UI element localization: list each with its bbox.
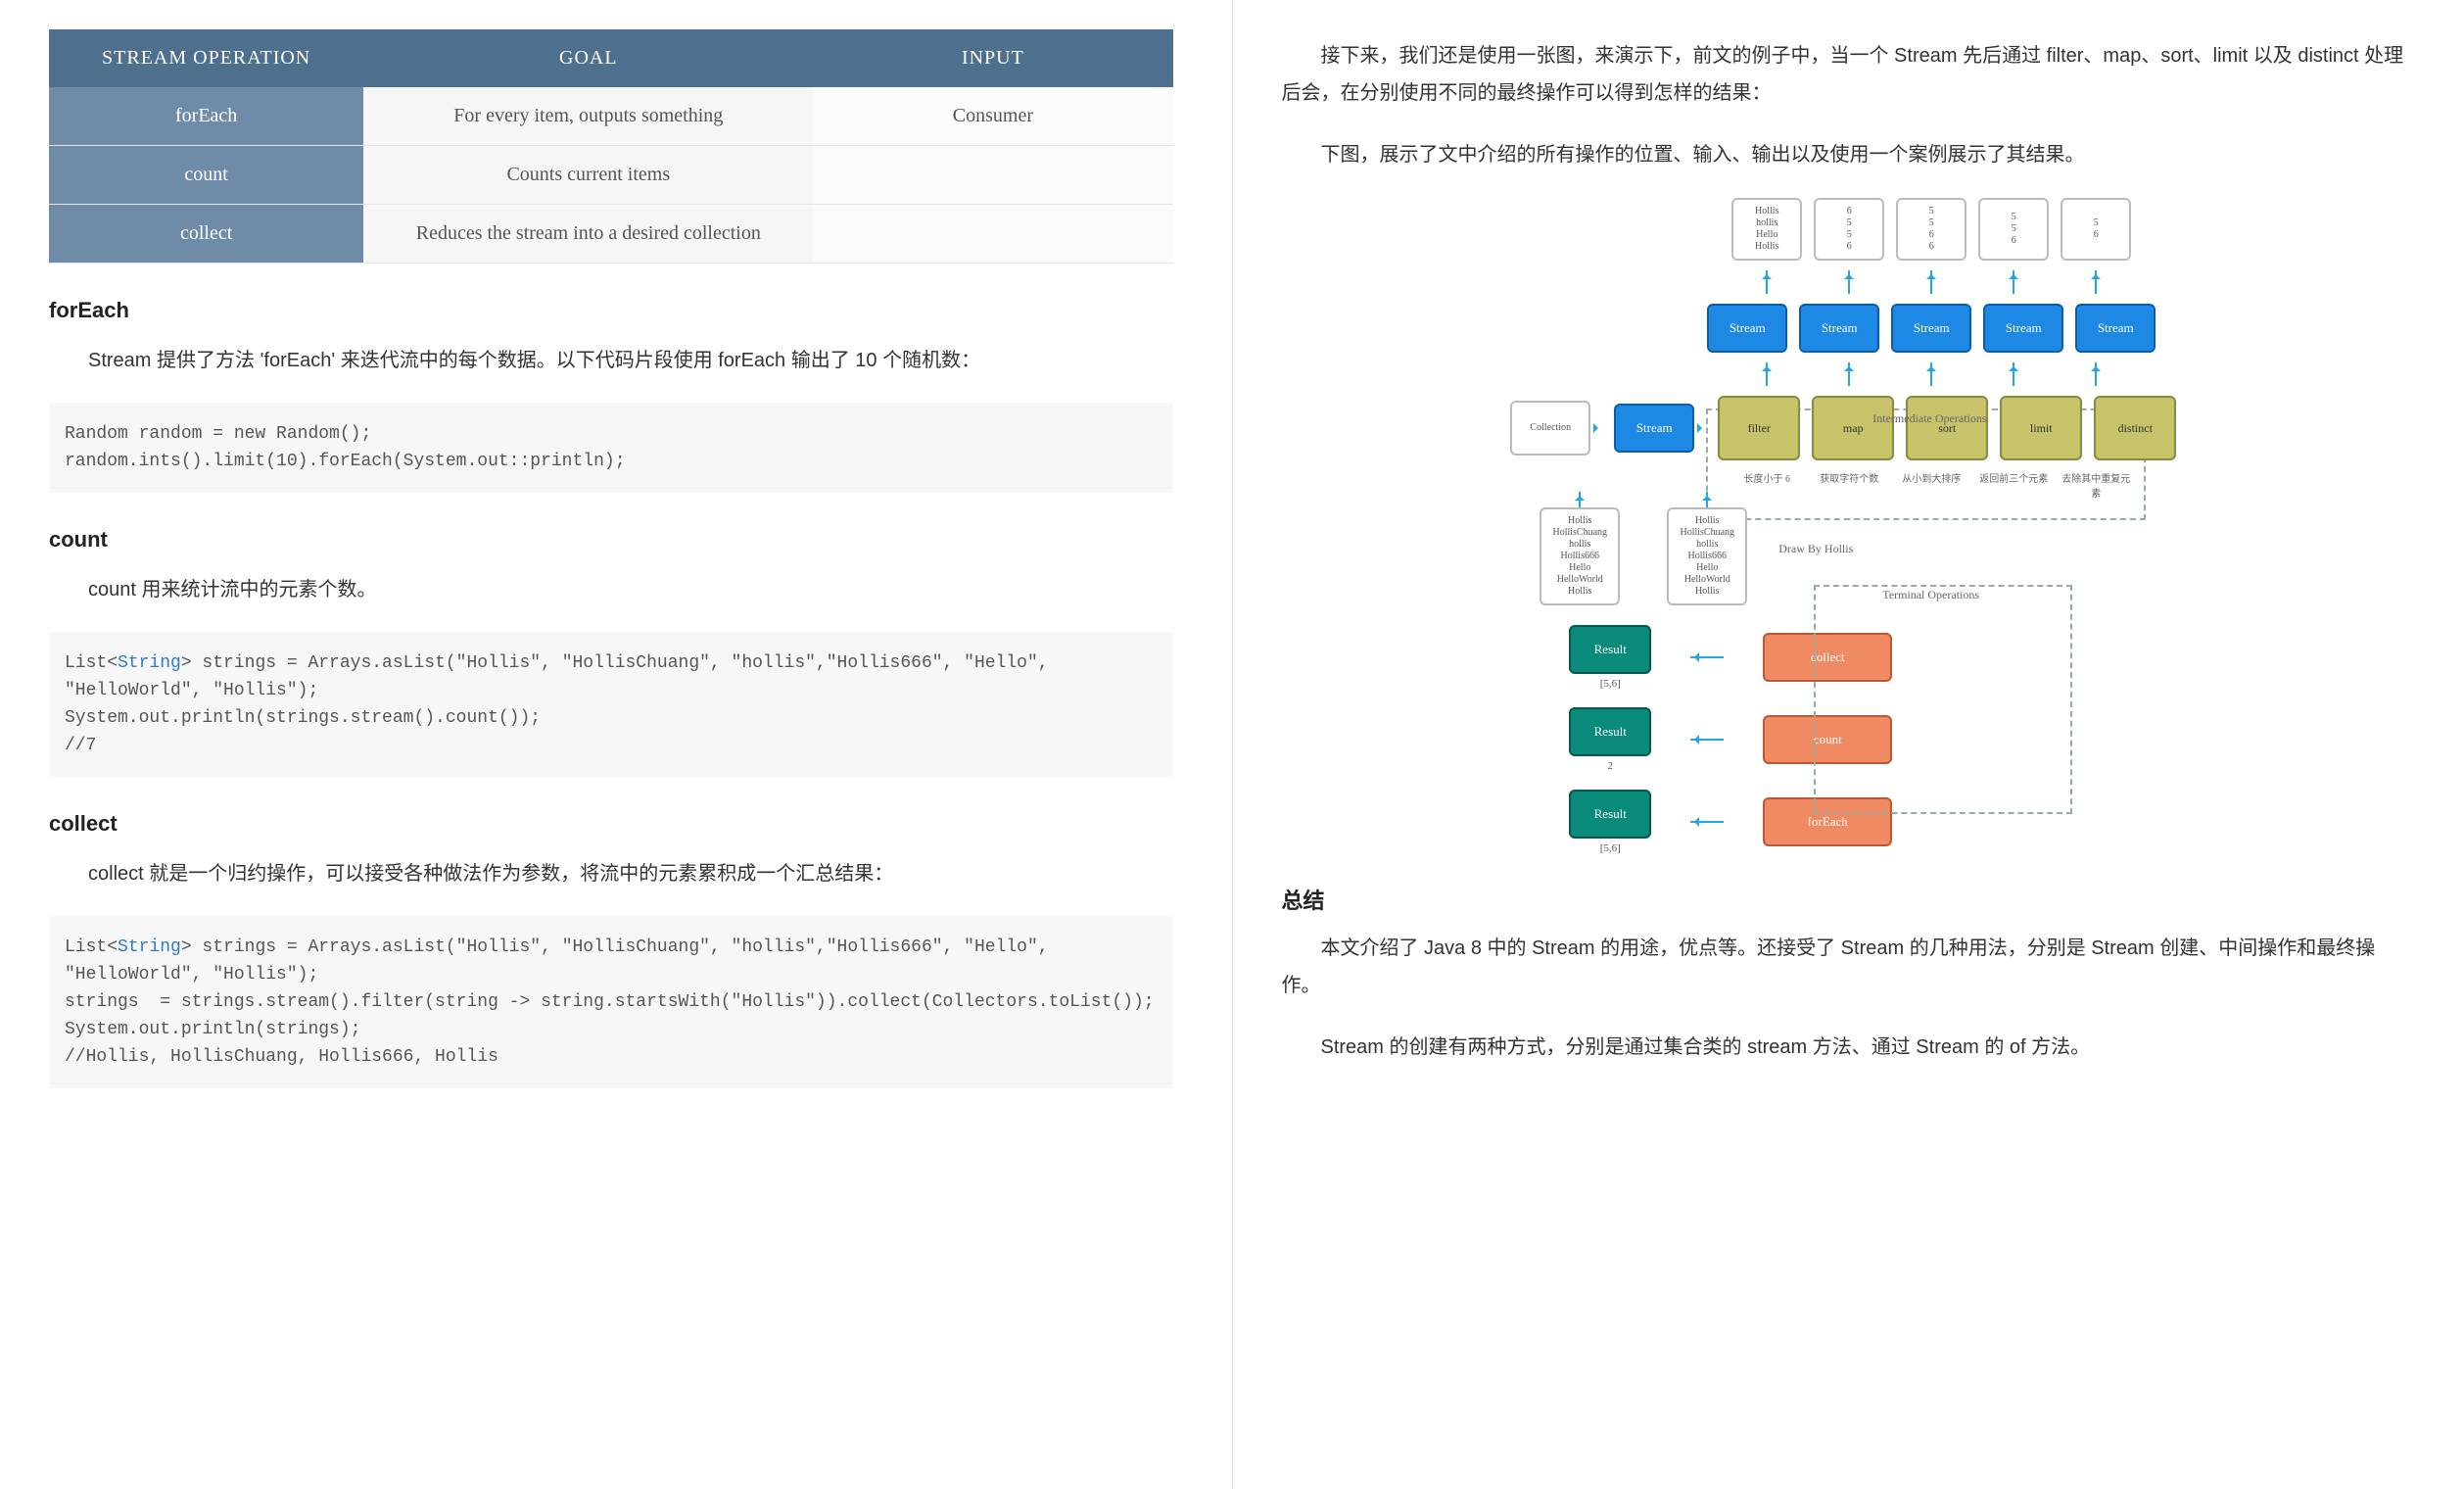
th-op: STREAM OPERATION	[49, 29, 363, 87]
result-box: Result	[1569, 625, 1651, 674]
out-box-3: 556	[1978, 198, 2049, 261]
collection-list: HollisHollisChuanghollisHollis666HelloHe…	[1540, 507, 1620, 605]
cell-goal: For every item, outputs something	[363, 87, 813, 146]
code-count: List<String> strings = Arrays.asList("Ho…	[49, 632, 1173, 777]
map-box: map	[1812, 396, 1894, 460]
cell-goal: Reduces the stream into a desired collec…	[363, 205, 813, 264]
result-box: Result	[1569, 790, 1651, 839]
th-input: INPUT	[813, 29, 1172, 87]
stream-list: HollisHollisChuanghollisHollis666HelloHe…	[1667, 507, 1747, 605]
stream-diagram: HollishollisHelloHollis 6556 5566 556 56…	[1540, 198, 2147, 854]
cell-goal: Counts current items	[363, 146, 813, 205]
heading-summary: 总结	[1282, 884, 2406, 915]
para-collect: collect 就是一个归约操作，可以接受各种做法作为参数，将流中的元素累积成一…	[49, 856, 1173, 891]
stream-origin-box: Stream	[1614, 404, 1694, 453]
arrow-row-up	[1716, 270, 2147, 294]
code-collect: List<String> strings = Arrays.asList("Ho…	[49, 916, 1173, 1088]
right-column: 接下来，我们还是使用一张图，来演示下，前文的例子中，当一个 Stream 先后通…	[1233, 0, 2464, 1489]
table-row: forEach For every item, outputs somethin…	[49, 87, 1173, 146]
stream-box: Stream	[1891, 304, 1971, 353]
result-value: 2	[1608, 760, 1614, 772]
diagram-output-row: HollishollisHelloHollis 6556 5566 556 56	[1716, 198, 2147, 261]
out-box-4: 56	[2061, 198, 2131, 261]
intermediate-ops-label: Intermediate Operations	[1872, 411, 1986, 426]
result-value: [5,6]	[1600, 842, 1621, 854]
heading-count: count	[49, 527, 1173, 552]
summary-p2: Stream 的创建有两种方式，分别是通过集合类的 stream 方法、通过 S…	[1282, 1029, 2406, 1066]
harrow-left-icon	[1690, 656, 1724, 658]
para-foreach: Stream 提供了方法 'forEach' 来迭代流中的每个数据。以下代码片段…	[49, 343, 1173, 378]
stream-box: Stream	[1799, 304, 1879, 353]
sort-box: sort	[1906, 396, 1988, 460]
page: STREAM OPERATION GOAL INPUT forEach For …	[0, 0, 2464, 1489]
summary-p1: 本文介绍了 Java 8 中的 Stream 的用途，优点等。还接受了 Stre…	[1282, 930, 2406, 1004]
limit-box: limit	[2000, 396, 2082, 460]
cell-op: forEach	[49, 87, 363, 146]
stream-operations-table: STREAM OPERATION GOAL INPUT forEach For …	[49, 29, 1173, 264]
stream-box: Stream	[1707, 304, 1787, 353]
result-value: [5,6]	[1600, 678, 1621, 690]
draw-by-label: Draw By Hollis	[1778, 542, 1853, 556]
cell-input: Consumer	[813, 87, 1172, 146]
stream-box: Stream	[2075, 304, 2156, 353]
para-intro-2: 下图，展示了文中介绍的所有操作的位置、输入、输出以及使用一个案例展示了其结果。	[1282, 136, 2406, 173]
cell-input	[813, 146, 1172, 205]
cell-input	[813, 205, 1172, 264]
distinct-box: distinct	[2094, 396, 2176, 460]
result-box: Result	[1569, 707, 1651, 756]
table-row: collect Reduces the stream into a desire…	[49, 205, 1173, 264]
para-count: count 用来统计流中的元素个数。	[49, 572, 1173, 607]
out-box-1: 6556	[1814, 198, 1884, 261]
para-intro-1: 接下来，我们还是使用一张图，来演示下，前文的例子中，当一个 Stream 先后通…	[1282, 37, 2406, 112]
code-foreach: Random random = new Random(); random.int…	[49, 403, 1173, 493]
out-box-0: HollishollisHelloHollis	[1731, 198, 1802, 261]
table-row: count Counts current items	[49, 146, 1173, 205]
cell-op: collect	[49, 205, 363, 264]
filter-box: filter	[1718, 396, 1800, 460]
diagram-stream-row: Stream Stream Stream Stream Stream	[1716, 304, 2147, 353]
arrow-row-down	[1716, 362, 2147, 386]
out-box-2: 5566	[1896, 198, 1966, 261]
harrow-left-icon	[1690, 821, 1724, 823]
left-column: STREAM OPERATION GOAL INPUT forEach For …	[0, 0, 1232, 1489]
collection-box: Collection	[1510, 401, 1590, 456]
heading-collect: collect	[49, 811, 1173, 837]
th-goal: GOAL	[363, 29, 813, 87]
source-lists-row: HollisHollisChuanghollisHollis666HelloHe…	[1540, 492, 2147, 605]
stream-box: Stream	[1983, 304, 2063, 353]
harrow-left-icon	[1690, 739, 1724, 741]
terminal-ops-label: Terminal Operations	[1882, 588, 1979, 602]
terminal-ops-group	[1814, 585, 2072, 814]
pipeline-row: Collection Stream filter map sort limit …	[1540, 396, 2147, 460]
cell-op: count	[49, 146, 363, 205]
heading-foreach: forEach	[49, 298, 1173, 323]
